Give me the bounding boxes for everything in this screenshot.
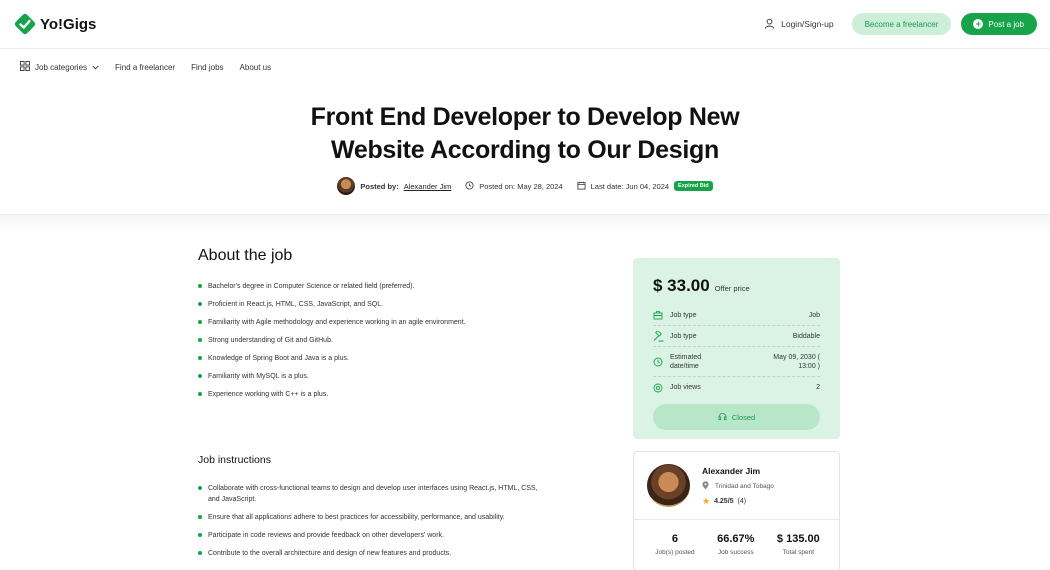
- nav-job-categories[interactable]: Job categories: [20, 61, 99, 73]
- job-content: About the job Bachelor's degree in Compu…: [0, 235, 1050, 570]
- posted-on: Posted on: May 28, 2024: [465, 180, 563, 192]
- nav-about-us[interactable]: About us: [240, 63, 272, 72]
- stat-label: Job success: [717, 549, 754, 556]
- job-description: About the job Bachelor's degree in Compu…: [198, 247, 558, 566]
- estimated-date-row: Estimated date/time May 09, 2030 ( 13:00…: [653, 347, 820, 377]
- instructions-heading: Job instructions: [198, 454, 271, 466]
- stat-value: 66.67%: [717, 533, 755, 545]
- nav-label: Job categories: [35, 62, 88, 72]
- offer-amount: $ 33.00: [653, 276, 710, 295]
- rating-count: (4): [737, 498, 747, 505]
- clock-icon: [465, 180, 474, 192]
- stat-jobs-posted: 6 Job(s) posted: [655, 533, 694, 556]
- stat-value: $ 135.00: [776, 533, 820, 545]
- closed-label: Closed: [731, 412, 756, 422]
- last-date-text: Last date: Jun 04, 2024: [590, 181, 670, 191]
- login-link[interactable]: Login/Sign-up: [764, 18, 834, 31]
- login-label: Login/Sign-up: [781, 19, 834, 29]
- chevron-down-icon: [92, 63, 99, 72]
- about-list: Bachelor's degree in Computer Science or…: [198, 281, 558, 400]
- job-meta: Posted by: Alexander Jim Posted on: May …: [0, 177, 1050, 195]
- stat-value: 6: [671, 533, 678, 545]
- offer-price: $ 33.00 Offer price: [653, 276, 820, 296]
- list-item: Proficient in React.js, HTML, CSS, JavaS…: [198, 299, 558, 310]
- list-item: Collaborate with cross-functional teams …: [198, 483, 548, 505]
- checkmark-logo-icon: [14, 13, 36, 35]
- post-job-label: Post a job: [988, 19, 1024, 29]
- list-item: Ensure that all applications adhere to b…: [198, 512, 558, 523]
- briefcase-icon: [653, 310, 663, 320]
- list-item: Participate in code reviews and provide …: [198, 530, 558, 541]
- client-stats: 6 Job(s) posted 66.67% Job success $ 135…: [634, 520, 839, 556]
- headset-icon: [718, 412, 727, 423]
- list-item: Contribute to the overall architecture a…: [198, 548, 558, 559]
- client-location-text: Trinidad and Tobago: [715, 483, 774, 490]
- list-item: Knowledge of Spring Boot and Java is a p…: [198, 353, 558, 364]
- row-value: May 09, 2030 ( 13:00 ): [773, 353, 820, 370]
- client-location: Trinidad and Tobago: [702, 481, 774, 492]
- location-pin-icon: [702, 481, 709, 492]
- stat-label: Total spent: [782, 549, 815, 556]
- stat-job-success: 66.67% Job success: [717, 533, 754, 556]
- row-label: Job type: [670, 311, 697, 319]
- client-name[interactable]: Alexander Jim: [702, 466, 774, 476]
- stat-label: Job(s) posted: [655, 549, 695, 556]
- client-rating: ★ 4.25/5 (4): [702, 496, 774, 507]
- status-badge: Expired Bid: [674, 181, 713, 191]
- row-label: Estimated date/time: [670, 353, 702, 370]
- star-icon: ★: [702, 496, 711, 506]
- instructions-list: Collaborate with cross-functional teams …: [198, 483, 558, 559]
- top-bar: Yo!Gigs Login/Sign-up Become a freelance…: [0, 0, 1050, 49]
- post-job-button[interactable]: + Post a job: [961, 13, 1037, 35]
- last-date: Last date: Jun 04, 2024 Expired Bid: [577, 181, 713, 192]
- row-value: Job: [808, 311, 820, 319]
- posted-by-label: Posted by:: [360, 181, 399, 191]
- closed-button[interactable]: Closed: [653, 404, 820, 430]
- stat-total-spent: $ 135.00 Total spent: [777, 533, 820, 556]
- section-divider: [0, 215, 1050, 235]
- row-value: Biddable: [792, 332, 820, 340]
- rating-value: 4.25/5: [714, 498, 734, 505]
- client-card: Alexander Jim Trinidad and Tobago ★ 4.25…: [633, 451, 840, 570]
- grid-icon: [20, 61, 30, 73]
- posted-on-text: Posted on: May 28, 2024: [479, 181, 563, 191]
- posted-by: Posted by: Alexander Jim: [337, 177, 451, 195]
- user-icon: [764, 18, 775, 31]
- client-header: Alexander Jim Trinidad and Tobago ★ 4.25…: [634, 452, 839, 520]
- clock-icon: [653, 357, 663, 367]
- row-label: Job views: [670, 384, 701, 391]
- about-heading: About the job: [198, 247, 293, 264]
- client-info: Alexander Jim Trinidad and Tobago ★ 4.25…: [702, 464, 774, 519]
- offer-card: $ 33.00 Offer price Job type Job Job typ…: [633, 258, 840, 439]
- plus-icon: +: [973, 19, 984, 29]
- page-title: Front End Developer to Develop New Websi…: [310, 103, 740, 164]
- avatar[interactable]: [647, 464, 690, 507]
- job-type-bid-row: Job type Biddable: [653, 326, 820, 347]
- author-link[interactable]: Alexander Jim: [404, 182, 452, 191]
- job-type-row: Job type Job: [653, 305, 820, 326]
- logo[interactable]: Yo!Gigs: [14, 13, 96, 35]
- become-freelancer-button[interactable]: Become a freelancer: [851, 13, 952, 35]
- list-item: Bachelor's degree in Computer Science or…: [198, 281, 558, 292]
- job-header: Front End Developer to Develop New Websi…: [0, 85, 1050, 215]
- header-actions: Login/Sign-up Become a freelancer + Post…: [764, 13, 1037, 35]
- job-views-row: Job views 2: [653, 377, 820, 398]
- nav-find-jobs[interactable]: Find jobs: [191, 63, 223, 72]
- gavel-icon: [653, 329, 664, 342]
- avatar: [337, 177, 356, 195]
- list-item: Familiarity with MySQL is a plus.: [198, 371, 558, 382]
- brand-name: Yo!Gigs: [40, 15, 97, 33]
- row-value: 2: [816, 384, 820, 391]
- offer-amount-label: Offer price: [714, 284, 750, 293]
- eye-icon: [653, 383, 663, 393]
- row-label: Job type: [670, 332, 697, 340]
- main-nav: Job categories Find a freelancer Find jo…: [0, 49, 1050, 85]
- list-item: Experience working with C++ is a plus.: [198, 389, 558, 400]
- list-item: Familiarity with Agile methodology and e…: [198, 317, 558, 328]
- list-item: Strong understanding of Git and GitHub.: [198, 335, 558, 346]
- calendar-icon: [577, 181, 586, 192]
- nav-find-freelancer[interactable]: Find a freelancer: [115, 63, 175, 72]
